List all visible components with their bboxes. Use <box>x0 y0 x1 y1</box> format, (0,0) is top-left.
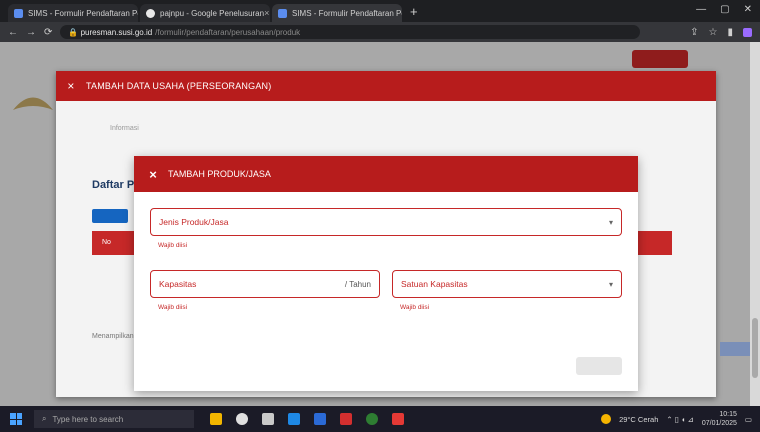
satuan-placeholder: Satuan Kapasitas <box>401 279 468 289</box>
task-view-icon[interactable] <box>262 413 274 425</box>
search-icon: ⌕ <box>42 414 47 423</box>
close-icon[interactable]: × <box>56 79 86 93</box>
page-scrollbar[interactable] <box>750 42 760 406</box>
dialog-title: TAMBAH PRODUK/JASA <box>168 169 271 179</box>
kapasitas-hint: Wajib diisi <box>158 304 188 311</box>
search-placeholder: Type here to search <box>52 414 124 424</box>
url-path: /formulir/pendaftaran/perusahaan/produk <box>155 27 301 37</box>
profile-avatar-icon[interactable] <box>743 27 752 37</box>
clock-date: 07/01/2025 <box>701 420 737 427</box>
edge-browser-icon[interactable] <box>288 413 300 425</box>
tab-label: SIMS - Formulir Pendaftaran Pelu... <box>28 8 138 18</box>
forward-arrow-icon[interactable]: → <box>26 27 36 38</box>
taskbar-apps <box>210 413 404 425</box>
taskbar-clock[interactable]: 10:15 07/01/2025 <box>702 410 737 428</box>
per-year-suffix: / Tahun <box>344 279 371 289</box>
jenis-produk-hint: Wajib diisi <box>158 242 188 249</box>
browser-toolbar: ← → ⟳ 🔒 puresman.susi.go.id /formulir/pe… <box>0 22 760 42</box>
windows-start-icon[interactable] <box>10 413 22 425</box>
window-controls: — ▢ ✕ <box>696 4 752 15</box>
new-tab-button[interactable]: + <box>410 4 418 19</box>
taskbar-search-input[interactable]: ⌕ Type here to search <box>34 410 194 428</box>
browser-tab-2[interactable]: pajnpu - Google Penelusuran × <box>140 4 270 22</box>
tray-icons[interactable]: ⌃ ▯ ◖ ⊿ <box>666 415 693 424</box>
jenis-produk-placeholder: Jenis Produk/Jasa <box>159 217 229 227</box>
lock-icon: 🔒 <box>68 27 81 37</box>
kapasitas-input[interactable]: Kapasitas / Tahun <box>150 270 380 298</box>
tab-label: SIMS - Formulir Pendaftaran Pelu... <box>292 8 402 18</box>
dialog-header: × TAMBAH PRODUK/JASA <box>134 156 638 192</box>
close-window-button[interactable]: ✕ <box>744 4 752 15</box>
address-bar[interactable]: 🔒 puresman.susi.go.id /formulir/pendafta… <box>60 25 641 39</box>
url-host: puresman.susi.go.id <box>80 27 153 37</box>
tab-label: pajnpu - Google Penelusuran <box>160 8 265 18</box>
weather-text[interactable]: 29°C Cerah <box>619 415 658 424</box>
site-favicon-icon <box>278 8 287 18</box>
file-explorer-icon[interactable] <box>314 413 326 425</box>
add-product-dialog: × TAMBAH PRODUK/JASA Jenis Produk/Jasa ▾… <box>134 156 638 391</box>
windows-taskbar: ⌕ Type here to search 29°C Cerah ⌃ ▯ ◖ ⊿… <box>0 406 760 432</box>
minimize-button[interactable]: — <box>696 4 706 15</box>
share-icon[interactable]: ⇪ <box>690 27 698 38</box>
info-text: Informasi <box>110 125 139 132</box>
pinned-app-icon[interactable] <box>392 413 404 425</box>
chevron-down-icon: ▾ <box>608 279 613 289</box>
back-arrow-icon[interactable]: ← <box>8 27 18 38</box>
notification-icon[interactable]: ▭ <box>745 415 752 424</box>
chrome-browser-icon[interactable] <box>366 413 378 425</box>
google-favicon-icon <box>146 8 155 18</box>
pagination-info: Menampilkan <box>92 333 134 340</box>
bookmark-star-icon[interactable]: ☆ <box>709 27 718 38</box>
section-heading: Daftar P <box>92 179 135 191</box>
maximize-button[interactable]: ▢ <box>720 4 729 15</box>
add-product-button[interactable] <box>92 209 128 223</box>
reload-icon[interactable]: ⟳ <box>44 27 52 38</box>
site-favicon-icon <box>14 8 23 18</box>
taskbar-app-icon[interactable] <box>210 413 222 425</box>
jenis-produk-select[interactable]: Jenis Produk/Jasa ▾ <box>150 208 622 236</box>
dialog-header: × TAMBAH DATA USAHA (PERSEORANGAN) <box>56 71 716 101</box>
satuan-kapasitas-select[interactable]: Satuan Kapasitas ▾ <box>392 270 622 298</box>
close-tab-icon[interactable]: × <box>264 8 269 18</box>
close-icon[interactable]: × <box>138 167 168 182</box>
column-header-no: No <box>102 239 111 246</box>
store-app-icon[interactable] <box>340 413 352 425</box>
page-viewport: × TAMBAH DATA USAHA (PERSEORANGAN) Infor… <box>0 42 760 406</box>
chevron-down-icon: ▾ <box>608 217 613 227</box>
satuan-hint: Wajib diisi <box>400 304 430 311</box>
browser-tab-3[interactable]: SIMS - Formulir Pendaftaran Pelu... × <box>272 4 402 22</box>
system-tray: 29°C Cerah ⌃ ▯ ◖ ⊿ 10:15 07/01/2025 ▭ <box>601 410 760 428</box>
save-button-disabled[interactable] <box>576 357 622 375</box>
browser-tab-bar: SIMS - Formulir Pendaftaran Pelu... × pa… <box>0 0 760 22</box>
cortana-icon[interactable] <box>236 413 248 425</box>
sidebar-icon[interactable]: ▮ <box>727 27 733 38</box>
kapasitas-placeholder: Kapasitas <box>159 279 197 289</box>
weather-sun-icon <box>601 414 612 424</box>
clock-time: 10:15 <box>719 411 737 418</box>
dialog-title: TAMBAH DATA USAHA (PERSEORANGAN) <box>86 81 272 91</box>
browser-extensions: ⇪ ☆ ▮ <box>690 27 752 38</box>
browser-tab-1[interactable]: SIMS - Formulir Pendaftaran Pelu... × <box>8 4 138 22</box>
scrollbar-thumb[interactable] <box>752 318 758 378</box>
